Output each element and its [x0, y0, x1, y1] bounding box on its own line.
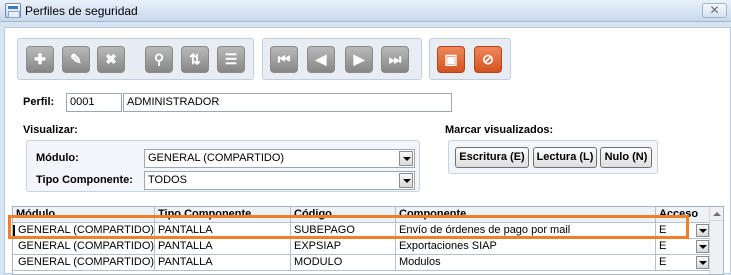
- column-header-tipo-componente[interactable]: Tipo Componente: [155, 207, 291, 223]
- cell-acceso[interactable]: E: [656, 223, 710, 239]
- perfil-code-field[interactable]: 0001: [66, 93, 122, 112]
- tipo-componente-label: Tipo Componente:: [36, 174, 133, 186]
- escritura-button[interactable]: Escritura (E): [455, 147, 529, 168]
- cell-codigo[interactable]: EXPSIAP: [291, 239, 396, 255]
- nulo-button[interactable]: Nulo (N): [600, 147, 652, 168]
- column-header-componente[interactable]: Componente: [396, 207, 656, 223]
- first-record-button[interactable]: ⏮: [270, 46, 298, 73]
- chevron-down-icon[interactable]: [696, 256, 709, 269]
- chevron-down-icon[interactable]: [696, 240, 709, 253]
- tipo-componente-select[interactable]: TODOS: [144, 171, 415, 190]
- visualizar-group: Módulo: GENERAL (COMPARTIDO) Tipo Compon…: [26, 140, 420, 192]
- cell-modulo[interactable]: GENERAL (COMPARTIDO): [13, 255, 155, 271]
- delete-button[interactable]: ✖: [97, 46, 125, 73]
- last-record-button[interactable]: ⏭: [381, 46, 409, 73]
- tipo-componente-select-value: TODOS: [148, 174, 187, 186]
- table-header-row: Módulo Tipo Componente Código Componente…: [13, 207, 710, 223]
- cell-codigo[interactable]: MODULO: [291, 255, 396, 271]
- title-bar: Perfiles de seguridad ✕: [0, 0, 731, 22]
- cell-codigo[interactable]: SUBEPAGO: [291, 223, 396, 239]
- cell-componente[interactable]: Modulos: [396, 255, 656, 271]
- chevron-down-icon[interactable]: [399, 173, 413, 188]
- chevron-down-icon[interactable]: [399, 151, 413, 166]
- window-title: Perfiles de seguridad: [25, 4, 138, 18]
- table-row[interactable]: GENERAL (COMPARTIDO) PANTALLA MODULO Mod…: [13, 255, 710, 271]
- cell-tipo-componente[interactable]: PANTALLA: [155, 223, 291, 239]
- chevron-down-icon[interactable]: [696, 224, 709, 237]
- marcar-visualizados-label: Marcar visualizados:: [445, 124, 554, 136]
- perfil-label: Perfil:: [23, 96, 55, 108]
- modulo-label: Módulo:: [36, 152, 79, 164]
- previous-record-button[interactable]: ◀: [307, 46, 335, 73]
- close-button[interactable]: ✕: [702, 3, 727, 18]
- visualizar-label: Visualizar:: [23, 124, 78, 136]
- scroll-up-icon[interactable]: [710, 207, 723, 221]
- acceso-value: E: [659, 240, 667, 252]
- modulo-select-value: GENERAL (COMPARTIDO): [148, 152, 285, 164]
- cell-componente[interactable]: Exportaciones SIAP: [396, 239, 656, 255]
- permissions-table: Módulo Tipo Componente Código Componente…: [12, 206, 724, 275]
- column-header-codigo[interactable]: Código: [291, 207, 396, 223]
- column-header-modulo[interactable]: Módulo: [13, 207, 155, 223]
- table-row[interactable]: GENERAL (COMPARTIDO) PANTALLA EXPSIAP Ex…: [13, 239, 710, 255]
- toolbar-edit-group: ✚ ✎ ✖ ⚲ ⇅ ☰: [17, 38, 254, 80]
- column-header-acceso[interactable]: Acceso: [656, 207, 710, 223]
- table-row[interactable]: GENERAL (COMPARTIDO) PANTALLA SUBEPAGO E…: [13, 223, 710, 239]
- search-button[interactable]: ⚲: [145, 46, 173, 73]
- lectura-button[interactable]: Lectura (L): [533, 147, 597, 168]
- cell-tipo-componente[interactable]: PANTALLA: [155, 239, 291, 255]
- table-vertical-scrollbar[interactable]: [709, 207, 723, 274]
- cell-acceso[interactable]: E: [656, 255, 710, 271]
- app-window-icon: [5, 3, 21, 18]
- acceso-value: E: [659, 224, 667, 236]
- modulo-select[interactable]: GENERAL (COMPARTIDO): [144, 149, 415, 168]
- acceso-value: E: [659, 256, 667, 268]
- cell-modulo[interactable]: GENERAL (COMPARTIDO): [13, 223, 155, 239]
- main-panel: ✚ ✎ ✖ ⚲ ⇅ ☰ ⏮ ◀ ▶ ⏭ ▣ ⊘ Perfil: 0001 ADM…: [4, 27, 731, 275]
- cell-componente[interactable]: Envío de órdenes de pago por mail: [396, 223, 656, 239]
- toolbar-nav-group: ⏮ ◀ ▶ ⏭: [262, 38, 422, 80]
- save-button[interactable]: ▣: [437, 46, 465, 73]
- cell-modulo[interactable]: GENERAL (COMPARTIDO): [13, 239, 155, 255]
- next-record-button[interactable]: ▶: [345, 46, 373, 73]
- edit-button[interactable]: ✎: [62, 46, 90, 73]
- marcar-visualizados-group: Escritura (E) Lectura (L) Nulo (N): [448, 140, 658, 174]
- sort-button[interactable]: ⇅: [181, 46, 209, 73]
- add-button[interactable]: ✚: [26, 46, 54, 73]
- toolbar-action-group: ▣ ⊘: [429, 38, 511, 80]
- report-button[interactable]: ☰: [217, 46, 245, 73]
- cancel-button[interactable]: ⊘: [474, 46, 502, 73]
- cell-tipo-componente[interactable]: PANTALLA: [155, 255, 291, 271]
- perfil-name-field[interactable]: ADMINISTRADOR: [123, 93, 452, 112]
- cell-acceso[interactable]: E: [656, 239, 710, 255]
